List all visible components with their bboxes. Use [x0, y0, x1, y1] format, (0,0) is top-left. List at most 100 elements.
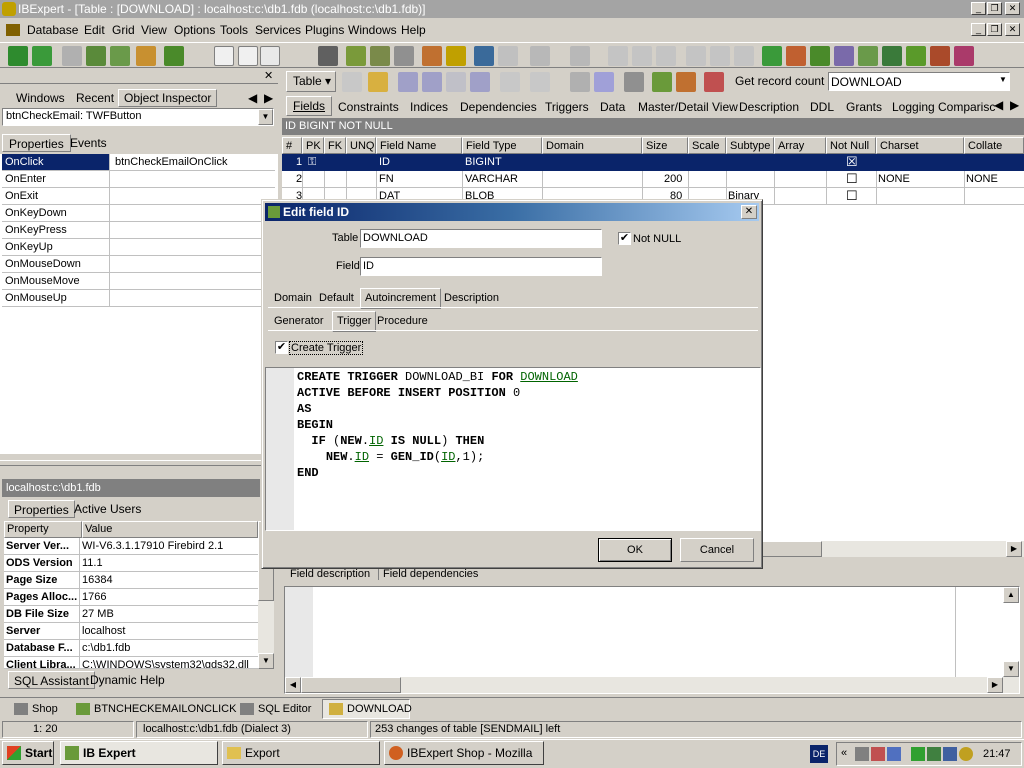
create-trigger-checkbox[interactable]: ✔: [275, 341, 288, 354]
col-header-unq[interactable]: UNQ: [346, 137, 376, 154]
tab-trigger[interactable]: Trigger: [332, 311, 377, 332]
table-field[interactable]: DOWNLOAD: [360, 229, 602, 248]
event-row[interactable]: OnMouseDown: [2, 256, 275, 273]
event-row[interactable]: OnKeyDown: [2, 205, 275, 222]
editor-hscrollbar[interactable]: ◀ ▶: [285, 677, 1019, 693]
tab-constraints[interactable]: Constraints: [338, 100, 399, 114]
key-icon[interactable]: [446, 46, 466, 66]
copy-icon[interactable]: [632, 46, 652, 66]
print-icon[interactable]: [394, 46, 414, 66]
tree-icon-3[interactable]: [810, 46, 830, 66]
drop-field-icon[interactable]: [470, 72, 490, 92]
menu-plugins[interactable]: Plugins: [305, 20, 344, 40]
tab-fields[interactable]: Fields: [286, 96, 333, 116]
not-null-check-icon[interactable]: ☒: [846, 154, 858, 170]
disabled-save-icon[interactable]: [570, 46, 590, 66]
close-button[interactable]: ✕: [1005, 2, 1020, 15]
mdi-minimize-button[interactable]: _: [971, 23, 986, 36]
tree-icon-1[interactable]: [762, 46, 782, 66]
event-row[interactable]: OnMouseUp: [2, 290, 275, 307]
col-header-pk[interactable]: PK: [302, 137, 324, 154]
window-tab-btncheckemailonclick[interactable]: BTNCHECKEMAILONCLICK: [72, 700, 236, 718]
replace-icon[interactable]: [734, 46, 754, 66]
ok-button[interactable]: OK: [598, 538, 672, 562]
clock[interactable]: 21:47: [983, 748, 1011, 760]
table-tree-icon-1[interactable]: [652, 72, 672, 92]
menu-services[interactable]: Services: [255, 20, 301, 40]
form-view-icon[interactable]: [594, 72, 614, 92]
register-db-icon[interactable]: [8, 46, 28, 66]
tab-prev-icon[interactable]: ◀: [994, 98, 1003, 112]
tab-logging[interactable]: Logging: [892, 100, 935, 114]
get-record-count-label[interactable]: Get record count: [735, 74, 824, 88]
tree-icon-4[interactable]: [834, 46, 854, 66]
event-value[interactable]: [112, 205, 115, 221]
commit-icon[interactable]: [368, 72, 388, 92]
col-header-fk[interactable]: FK: [324, 137, 346, 154]
grid-view-icon[interactable]: [570, 72, 590, 92]
tray-icon-3[interactable]: [887, 747, 901, 761]
tab-recent[interactable]: Recent: [76, 91, 114, 105]
tab-properties[interactable]: Properties: [2, 134, 71, 152]
tree-icon-7[interactable]: [906, 46, 926, 66]
menu-database[interactable]: Database: [27, 20, 78, 40]
not-null-checkbox[interactable]: ✔: [618, 232, 631, 245]
event-row[interactable]: OnMouseMove: [2, 273, 275, 290]
tray-expand-icon[interactable]: «: [841, 747, 847, 759]
db-header-value[interactable]: Value: [82, 521, 258, 538]
menu-edit[interactable]: Edit: [84, 20, 105, 40]
tree-icon-6[interactable]: [882, 46, 902, 66]
col-header-size[interactable]: Size: [642, 137, 688, 154]
table-name-select[interactable]: DOWNLOAD ▼: [828, 72, 1010, 91]
object-selector[interactable]: btnCheckEmail: TWFButton ▼: [2, 108, 274, 126]
chevron-down-icon[interactable]: ▼: [999, 75, 1007, 84]
scroll-left-icon[interactable]: ◀: [285, 677, 301, 693]
tree-icon-9[interactable]: [954, 46, 974, 66]
tab-comparison[interactable]: Comparisc: [938, 100, 995, 114]
tree-icon-5[interactable]: [858, 46, 878, 66]
event-row[interactable]: OnEnter: [2, 171, 275, 188]
menu-grid[interactable]: Grid: [112, 20, 135, 40]
compile-icon[interactable]: [342, 72, 362, 92]
scroll-right-icon[interactable]: ▶: [1006, 541, 1022, 557]
start-button[interactable]: Start: [2, 741, 54, 765]
tab-indices[interactable]: Indices: [410, 100, 448, 114]
tray-icon-5[interactable]: [927, 747, 941, 761]
cross-icon[interactable]: [530, 72, 550, 92]
plug-icon[interactable]: [110, 46, 130, 66]
event-value[interactable]: [112, 256, 115, 272]
tree-icon-8[interactable]: [930, 46, 950, 66]
sql-editor-icon[interactable]: [346, 46, 366, 66]
not-null-check-icon[interactable]: ☐: [846, 188, 858, 204]
event-value[interactable]: [112, 239, 115, 255]
tab-generator[interactable]: Generator: [274, 315, 324, 327]
tab-domain[interactable]: Domain: [274, 292, 312, 304]
tab-active-users[interactable]: Active Users: [74, 502, 141, 516]
connect-icon[interactable]: [62, 46, 82, 66]
find-next-icon[interactable]: [710, 46, 730, 66]
tab-sql-assistant[interactable]: SQL Assistant: [8, 671, 95, 689]
tab-description[interactable]: Description: [444, 292, 499, 304]
tab-ddl[interactable]: DDL: [810, 100, 834, 114]
tray-icon-7[interactable]: [959, 747, 973, 761]
scroll-thumb[interactable]: [301, 677, 401, 693]
tab-next-icon[interactable]: ▶: [1010, 98, 1019, 112]
minimize-button[interactable]: _: [971, 2, 986, 15]
tray-icon-4[interactable]: [911, 747, 925, 761]
copy-doc-icon[interactable]: [238, 46, 258, 66]
tab-autoincrement[interactable]: Autoincrement: [360, 288, 441, 309]
script-icon[interactable]: [318, 46, 338, 66]
tray-icon-2[interactable]: [871, 747, 885, 761]
tools-icon[interactable]: [704, 72, 724, 92]
disabled-tool-icon[interactable]: [530, 46, 550, 66]
scroll-thumb[interactable]: [762, 541, 822, 557]
table-tree-icon-2[interactable]: [676, 72, 696, 92]
create-trigger-label[interactable]: Create Trigger: [289, 341, 364, 355]
tray-icon-6[interactable]: [943, 747, 957, 761]
col-header-field-name[interactable]: Field Name: [376, 137, 462, 154]
language-indicator[interactable]: DE: [810, 745, 828, 763]
chevron-down-icon[interactable]: ▼: [258, 109, 273, 125]
cut-icon[interactable]: [608, 46, 628, 66]
event-row[interactable]: OnKeyUp: [2, 239, 275, 256]
tab-next-icon[interactable]: ▶: [264, 91, 273, 105]
